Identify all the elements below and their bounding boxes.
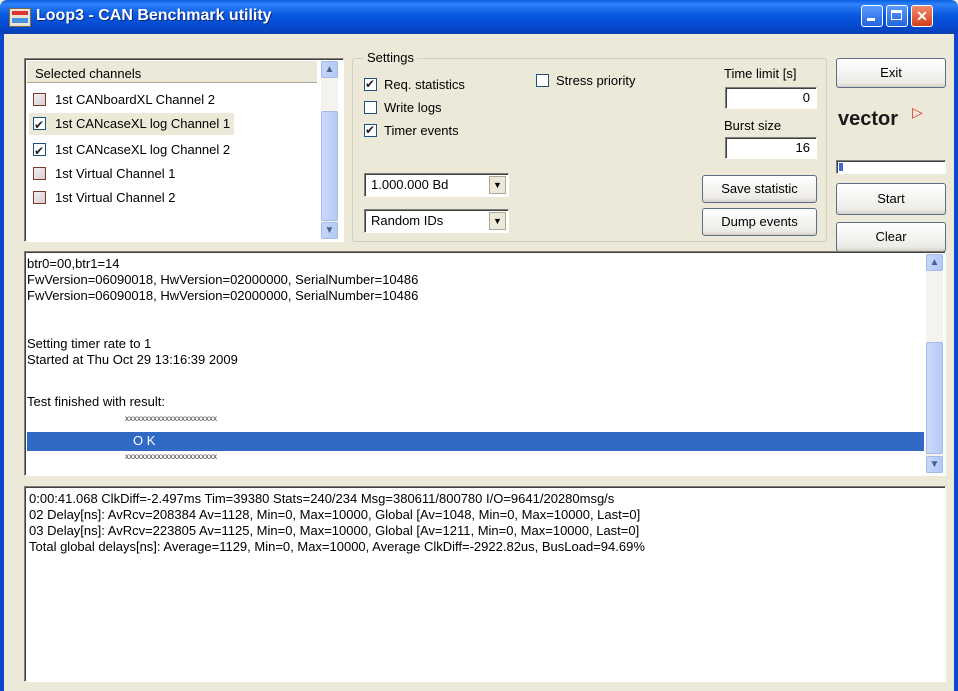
checkbox-box <box>536 74 549 87</box>
dump-events-button[interactable]: Dump events <box>702 208 817 236</box>
burst-size-input[interactable]: 16 <box>725 137 817 159</box>
window-title: Loop3 - CAN Benchmark utility <box>36 7 272 24</box>
baudrate-select[interactable]: 1.000.000 Bd ▼ <box>364 173 509 197</box>
vector-logo: vector <box>838 108 899 130</box>
close-icon: ✕ <box>916 8 928 24</box>
save-statistic-button[interactable]: Save statistic <box>702 175 817 203</box>
channel-label: 1st CANboardXL Channel 2 <box>55 92 215 107</box>
baudrate-value: 1.000.000 Bd <box>371 177 449 192</box>
req-statistics-checkbox[interactable]: Req. statistics <box>364 75 465 94</box>
channel-item[interactable]: 1st Virtual Channel 2 <box>29 187 179 209</box>
time-limit-label: Time limit [s] <box>724 66 797 81</box>
log-scrollbar[interactable]: ▲ ▼ <box>926 254 943 473</box>
scroll-thumb[interactable] <box>321 111 338 221</box>
log-output[interactable]: btr0=00,btr1=14 FwVersion=06090018, HwVe… <box>24 251 946 476</box>
logo-arrow-icon: ▷ <box>912 104 923 120</box>
start-button[interactable]: Start <box>836 183 946 215</box>
progress-fill <box>839 163 843 171</box>
channel-item[interactable]: 1st CANcaseXL log Channel 2 <box>29 139 234 162</box>
log-line: Started at Thu Oct 29 13:16:39 2009 <box>27 352 238 367</box>
maximize-icon <box>891 10 902 20</box>
write-logs-label: Write logs <box>384 100 442 115</box>
stat-line: 03 Delay[ns]: AvRcv=223805 Av=1125, Min=… <box>29 523 640 538</box>
scroll-thumb[interactable] <box>926 342 943 454</box>
result-highlight: O K <box>27 432 924 451</box>
channel-item[interactable]: 1st CANboardXL Channel 2 <box>29 89 219 111</box>
scroll-down-icon[interactable]: ▼ <box>321 222 338 239</box>
channel-item[interactable]: 1st CANcaseXL log Channel 1 <box>29 113 235 136</box>
title-bar[interactable]: Loop3 - CAN Benchmark utility ✕ <box>0 0 958 34</box>
log-line: Setting timer rate to 1 <box>27 336 152 351</box>
app-icon <box>9 8 31 27</box>
stat-line: Total global delays[ns]: Average=1129, M… <box>29 539 645 554</box>
settings-label: Settings <box>364 50 417 65</box>
channel-label: 1st CANcaseXL log Channel 1 <box>55 116 231 131</box>
scroll-up-icon[interactable]: ▲ <box>926 254 943 271</box>
channel-label: 1st Virtual Channel 2 <box>55 190 176 205</box>
clear-button[interactable]: Clear <box>836 222 946 252</box>
log-line: Test finished with result: <box>27 394 166 409</box>
channel-item[interactable]: 1st Virtual Channel 1 <box>29 163 179 185</box>
timer-events-label: Timer events <box>384 123 459 138</box>
timer-events-checkbox[interactable]: Timer events <box>364 121 459 140</box>
scroll-down-icon[interactable]: ▼ <box>926 456 943 473</box>
channel-checkbox[interactable] <box>33 114 46 136</box>
exit-button[interactable]: Exit <box>836 58 946 88</box>
stress-priority-checkbox[interactable]: Stress priority <box>536 72 635 90</box>
id-mode-value: Random IDs <box>371 213 444 228</box>
result-ok: O K <box>133 433 156 448</box>
chevron-down-icon[interactable]: ▼ <box>489 212 506 230</box>
channel-list-header: Selected channels <box>27 61 317 83</box>
window-frame-right <box>954 34 958 691</box>
stat-line: 02 Delay[ns]: AvRcv=208384 Av=1128, Min=… <box>29 507 641 522</box>
checkbox-box <box>364 121 377 139</box>
statistics-output[interactable]: 0:00:41.068 ClkDiff=-2.497ms Tim=39380 S… <box>24 486 946 682</box>
channel-checkbox[interactable] <box>33 93 46 106</box>
close-button[interactable]: ✕ <box>911 5 933 27</box>
time-limit-input[interactable]: 0 <box>725 87 817 109</box>
stat-line: 0:00:41.068 ClkDiff=-2.497ms Tim=39380 S… <box>29 491 615 506</box>
write-logs-checkbox[interactable]: Write logs <box>364 99 442 117</box>
channel-checkbox[interactable] <box>33 140 46 162</box>
log-line: FwVersion=06090018, HwVersion=02000000, … <box>27 288 419 303</box>
checkbox-box <box>364 101 377 114</box>
channel-label: 1st CANcaseXL log Channel 2 <box>55 142 231 157</box>
log-line: btr0=00,btr1=14 <box>27 256 120 271</box>
id-mode-select[interactable]: Random IDs ▼ <box>364 209 509 233</box>
result-stars-bottom: xxxxxxxxxxxxxxxxxxxxxxx <box>125 452 217 461</box>
channel-label: 1st Virtual Channel 1 <box>55 166 176 181</box>
channel-list[interactable]: Selected channels 1st CANboardXL Channel… <box>24 58 344 242</box>
minimize-button[interactable] <box>861 5 883 27</box>
progress-bar <box>836 160 946 174</box>
checkbox-box <box>364 75 377 93</box>
channel-list-scrollbar[interactable]: ▲ ▼ <box>321 61 338 239</box>
burst-size-label: Burst size <box>724 118 782 133</box>
result-stars-top: xxxxxxxxxxxxxxxxxxxxxxx <box>125 414 217 423</box>
chevron-down-icon[interactable]: ▼ <box>489 176 506 194</box>
stress-priority-label: Stress priority <box>556 73 636 88</box>
log-line: FwVersion=06090018, HwVersion=02000000, … <box>27 272 419 287</box>
maximize-button[interactable] <box>886 5 908 27</box>
minimize-icon <box>867 18 875 21</box>
window-frame-left <box>0 34 4 691</box>
req-statistics-label: Req. statistics <box>384 77 465 92</box>
scroll-up-icon[interactable]: ▲ <box>321 61 338 78</box>
channel-checkbox[interactable] <box>33 167 46 180</box>
channel-checkbox[interactable] <box>33 191 46 204</box>
